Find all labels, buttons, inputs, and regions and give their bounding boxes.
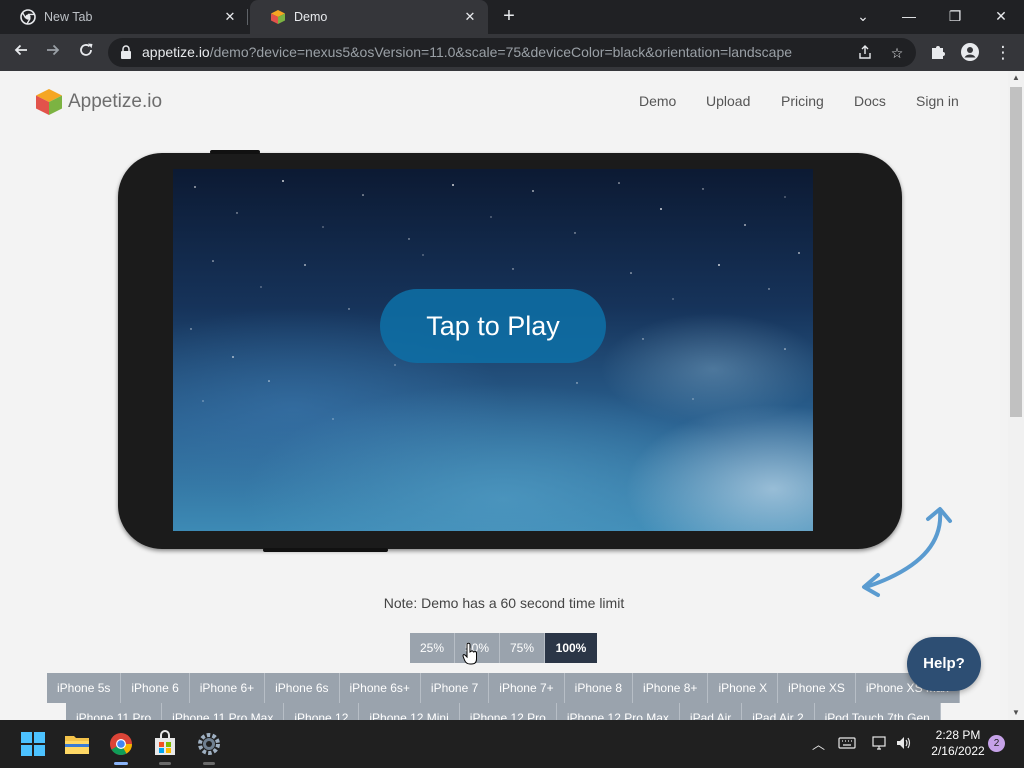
reload-icon [80,43,93,56]
device-option[interactable]: iPhone 11 Pro Max [162,703,285,720]
device-option[interactable]: iPhone 6s+ [339,673,421,703]
appetize-cube-icon [36,89,62,115]
forward-button[interactable] [40,40,66,66]
device-option[interactable]: iPhone 8+ [633,673,709,703]
scroll-down-arrow-icon[interactable]: ▼ [1008,706,1024,720]
restore-button[interactable]: ❐ [932,0,978,34]
tab-search-icon[interactable]: ⌄ [840,0,886,34]
tab-new-tab[interactable]: New Tab ✕ [0,0,248,34]
nav-sign-in[interactable]: Sign in [916,93,959,109]
tab-demo[interactable]: Demo ✕ [250,0,488,34]
close-tab-icon[interactable]: ✕ [462,9,478,25]
chrome-taskbar-icon[interactable] [105,728,137,765]
network-icon[interactable] [871,735,889,751]
tab-title: New Tab [44,10,93,24]
windows-start-icon[interactable] [17,728,49,760]
device-option[interactable]: iPhone 7 [420,673,490,703]
lock-icon [121,45,131,59]
device-option[interactable]: iPod Touch 7th Gen [814,703,941,720]
scale-option-100[interactable]: 100% [545,633,597,663]
device-screen[interactable]: Tap to Play [173,169,813,531]
share-icon[interactable] [856,44,874,62]
device-option[interactable]: iPhone 5s [47,673,122,703]
rotate-device-icon[interactable] [858,501,958,601]
scale-option-25[interactable]: 25% [410,633,455,663]
volume-icon[interactable] [895,735,913,751]
bookmark-star-icon[interactable]: ☆ [888,44,906,62]
device-option[interactable]: iPhone 7+ [489,673,565,703]
nav-pricing[interactable]: Pricing [781,93,824,109]
device-option[interactable]: iPhone 12 Mini [359,703,460,720]
address-bar[interactable]: appetize.io/demo?device=nexus5&osVersion… [108,38,916,67]
device-list-row-2: iPhone 11 Pro iPhone 11 Pro Max iPhone 1… [66,703,941,720]
device-option[interactable]: iPhone XS [778,673,856,703]
tray-overflow-chevron-icon[interactable]: ︿ [812,734,825,753]
clock-date: 2/16/2022 [931,744,985,758]
close-tab-icon[interactable]: ✕ [222,9,238,25]
url-text[interactable]: appetize.io/demo?device=nexus5&osVersion… [142,38,792,67]
tab-strip: New Tab ✕ Demo ✕ + ⌄ — ❐ ✕ [0,0,1024,34]
device-option[interactable]: iPhone 6 [121,673,190,703]
chrome-icon [20,9,36,25]
profile-avatar-icon[interactable] [960,42,980,62]
extensions-puzzle-icon[interactable] [928,42,948,62]
time-limit-note: Note: Demo has a 60 second time limit [383,595,625,611]
device-option[interactable]: iPhone 6s [265,673,340,703]
back-button[interactable] [8,40,34,66]
scale-option-75[interactable]: 75% [500,633,545,663]
close-window-button[interactable]: ✕ [978,0,1024,34]
device-volume-button [263,548,388,552]
device-side-button [210,150,260,154]
hand-pointer-cursor-icon [462,642,477,665]
keyboard-icon[interactable] [838,736,856,750]
browser-menu-kebab-icon[interactable]: ⋮ [990,40,1016,66]
logo-text: Appetize.io [68,91,163,112]
file-explorer-icon[interactable] [61,728,93,760]
nav-docs[interactable]: Docs [854,93,886,109]
device-option[interactable]: iPhone 11 Pro [66,703,163,720]
notification-badge[interactable]: 2 [988,735,1005,752]
system-clock[interactable]: 2:28 PM 2/16/2022 [920,727,996,759]
back-arrow-icon [14,44,27,56]
taskbar: ︿ 2:28 PM 2/16/2022 2 [0,720,1024,768]
reload-button[interactable] [73,40,99,66]
active-app-indicator [114,762,128,765]
device-frame: Tap to Play [118,150,902,552]
device-option[interactable]: iPhone 12 [284,703,360,720]
nav-demo[interactable]: Demo [639,93,676,109]
clock-time: 2:28 PM [935,728,981,742]
appetize-favicon-icon [270,9,286,25]
device-option[interactable]: iPhone 12 Pro Max [556,703,680,720]
device-option[interactable]: iPad Air 2 [742,703,815,720]
forward-arrow-icon [47,44,60,56]
app-running-indicator [203,762,215,765]
nav-upload[interactable]: Upload [706,93,750,109]
tab-title: Demo [294,10,328,24]
page-scrollbar[interactable]: ▲ ▼ [1008,71,1024,720]
site-logo[interactable]: Appetize.io [34,87,162,117]
microsoft-store-icon[interactable] [149,728,181,765]
device-option[interactable]: iPhone 12 Pro [459,703,557,720]
scroll-up-arrow-icon[interactable]: ▲ [1008,71,1024,85]
device-option[interactable]: iPhone X [708,673,779,703]
device-option[interactable]: iPhone 6+ [189,673,266,703]
device-option[interactable]: iPhone 8 [564,673,634,703]
new-tab-button[interactable]: + [498,6,520,28]
scrollbar-thumb[interactable] [1010,87,1022,417]
settings-gear-icon[interactable] [193,728,225,765]
app-running-indicator [159,762,171,765]
scale-selector: 25% 50% 75% 100% [410,633,597,663]
browser-toolbar: appetize.io/demo?device=nexus5&osVersion… [0,34,1024,71]
tap-to-play-button[interactable]: Tap to Play [380,289,606,363]
minimize-button[interactable]: — [886,0,932,34]
device-list-row-1: iPhone 5s iPhone 6 iPhone 6+ iPhone 6s i… [47,673,960,703]
device-option[interactable]: iPad Air [679,703,743,720]
page: Appetize.io Demo Upload Pricing Docs Sig… [0,71,1008,720]
help-button[interactable]: Help? [907,637,981,691]
